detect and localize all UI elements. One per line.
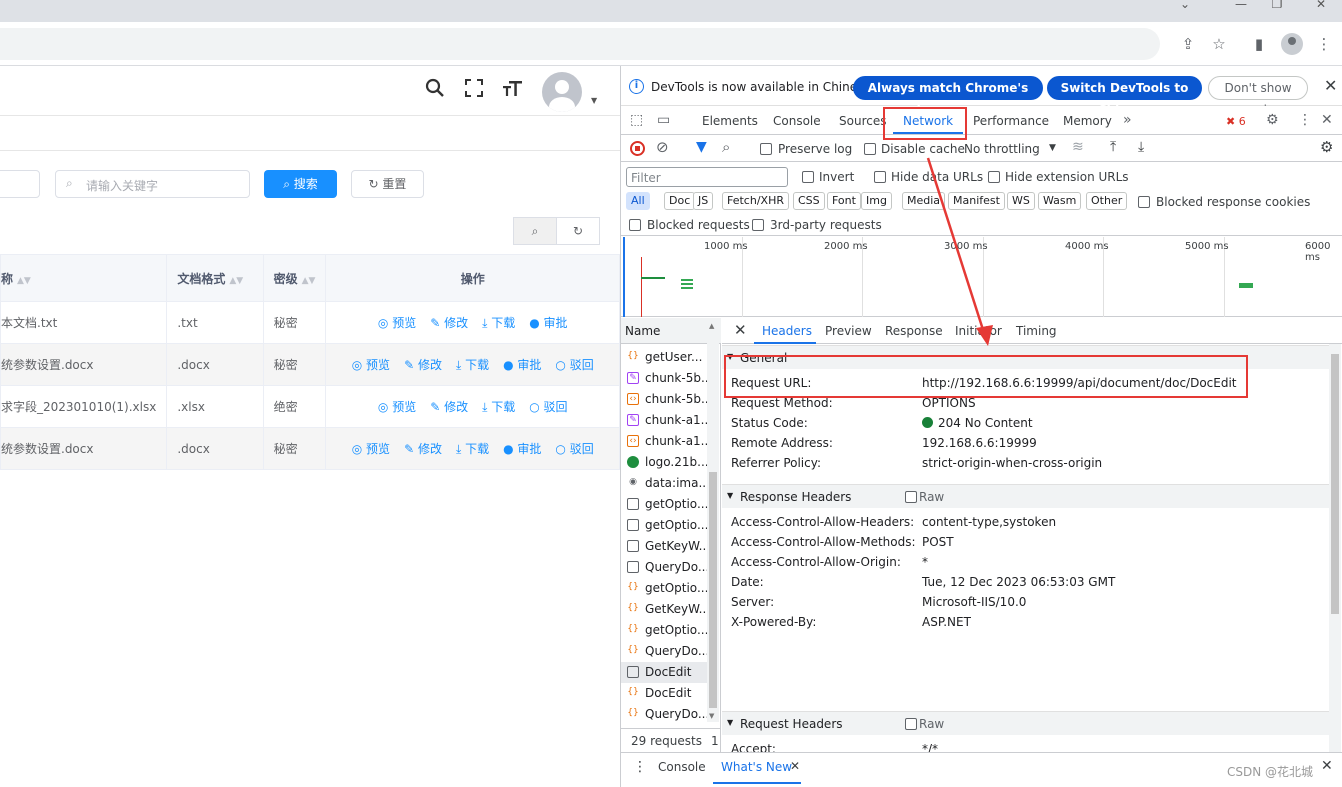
watermark: CSDN @花北城 [1227,765,1314,779]
annotation-arrow [926,157,993,346]
